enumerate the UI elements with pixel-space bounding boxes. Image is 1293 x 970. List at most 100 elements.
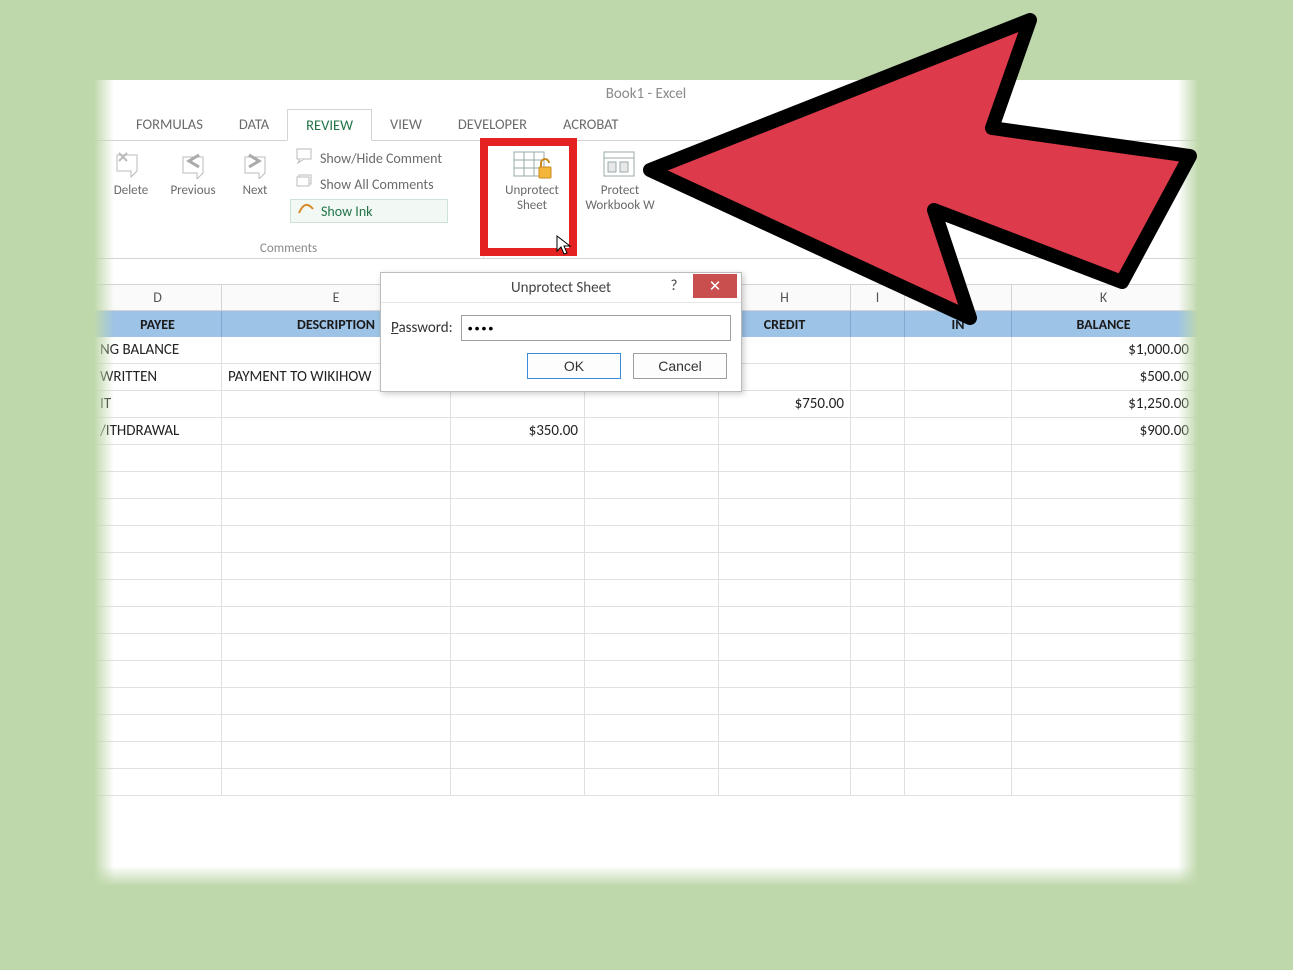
cell[interactable] [719,715,851,742]
cell[interactable] [719,688,851,715]
cell[interactable] [851,607,905,634]
cell[interactable] [451,688,585,715]
protect-workbook-button[interactable]: Protect Workbook W [574,145,666,215]
show-hide-comment-button[interactable]: Show/Hide Comment [290,147,448,169]
column-header[interactable]: D [94,285,222,311]
password-input[interactable] [461,315,731,341]
cell[interactable] [451,553,585,580]
show-ink-button[interactable]: Show Ink [290,199,448,223]
cell[interactable] [585,445,719,472]
cell[interactable]: $500.00 [1012,364,1196,391]
delete-comment-button[interactable]: Delete [100,145,162,200]
cell[interactable] [585,769,719,796]
cell[interactable] [222,445,451,472]
cell[interactable] [94,769,222,796]
cell[interactable] [851,445,905,472]
cell[interactable] [719,769,851,796]
cell[interactable] [719,742,851,769]
cell[interactable] [94,715,222,742]
tab-data[interactable]: DATA [221,109,287,140]
cell[interactable] [222,472,451,499]
cell[interactable]: /ITHDRAWAL [94,418,222,445]
cell[interactable] [585,526,719,553]
cell[interactable] [94,553,222,580]
cell[interactable] [94,661,222,688]
cell[interactable] [585,742,719,769]
cell[interactable] [905,769,1012,796]
cell[interactable] [1012,580,1196,607]
cell[interactable] [851,499,905,526]
cell[interactable] [719,526,851,553]
cell[interactable] [94,607,222,634]
cell[interactable] [851,688,905,715]
cell[interactable] [451,391,585,418]
cell[interactable] [905,364,1012,391]
cell[interactable] [451,715,585,742]
cell[interactable] [451,634,585,661]
next-comment-button[interactable]: Next [224,145,286,200]
cell[interactable] [1012,769,1196,796]
cell[interactable] [94,580,222,607]
cell[interactable] [1012,661,1196,688]
cell[interactable] [222,526,451,553]
column-header[interactable]: I [851,285,905,311]
tab-view[interactable]: VIEW [372,109,440,140]
table-header-cell[interactable]: BALANCE [1012,311,1196,337]
cell[interactable] [905,742,1012,769]
tab-developer[interactable]: DEVELOPER [440,109,545,140]
cell[interactable] [451,499,585,526]
cell[interactable] [222,742,451,769]
cell[interactable] [1012,499,1196,526]
cell[interactable] [719,580,851,607]
column-header[interactable]: K [1012,285,1196,311]
tab-formulas[interactable]: FORMULAS [118,109,221,140]
unprotect-sheet-button[interactable]: Unprotect Sheet [490,145,574,215]
cell[interactable] [1012,634,1196,661]
cell[interactable] [1012,472,1196,499]
cell[interactable]: $750.00 [719,391,851,418]
cell[interactable] [585,715,719,742]
tab-review[interactable]: REVIEW [287,109,372,141]
cell[interactable]: $1,250.00 [1012,391,1196,418]
cell[interactable] [905,499,1012,526]
cell[interactable] [851,337,905,364]
cell[interactable] [94,688,222,715]
column-header[interactable] [905,285,1012,311]
cell[interactable] [719,634,851,661]
cell[interactable] [585,634,719,661]
cell[interactable] [851,391,905,418]
cell[interactable] [585,688,719,715]
cell[interactable] [94,472,222,499]
cell[interactable] [851,661,905,688]
cell[interactable] [905,634,1012,661]
cell[interactable] [1012,688,1196,715]
cell[interactable] [94,499,222,526]
table-header-cell[interactable]: PAYEE [94,311,222,337]
cell[interactable] [222,391,451,418]
cancel-button[interactable]: Cancel [633,353,727,379]
cell[interactable] [222,418,451,445]
cell[interactable] [451,742,585,769]
cell[interactable] [222,688,451,715]
cell[interactable] [585,607,719,634]
cell[interactable] [851,634,905,661]
cell[interactable] [585,418,719,445]
cell[interactable] [851,526,905,553]
cell[interactable] [1012,553,1196,580]
cell[interactable] [585,580,719,607]
cell[interactable] [585,499,719,526]
cell[interactable] [222,580,451,607]
cell[interactable] [851,418,905,445]
table-header-cell[interactable] [851,311,905,337]
cell[interactable] [451,580,585,607]
cell[interactable] [222,634,451,661]
cell[interactable] [905,391,1012,418]
cell[interactable]: $900.00 [1012,418,1196,445]
cell[interactable] [851,769,905,796]
cell[interactable] [719,418,851,445]
cell[interactable] [585,391,719,418]
cell[interactable] [851,580,905,607]
cell[interactable] [451,472,585,499]
cell[interactable] [585,472,719,499]
cell[interactable] [1012,715,1196,742]
